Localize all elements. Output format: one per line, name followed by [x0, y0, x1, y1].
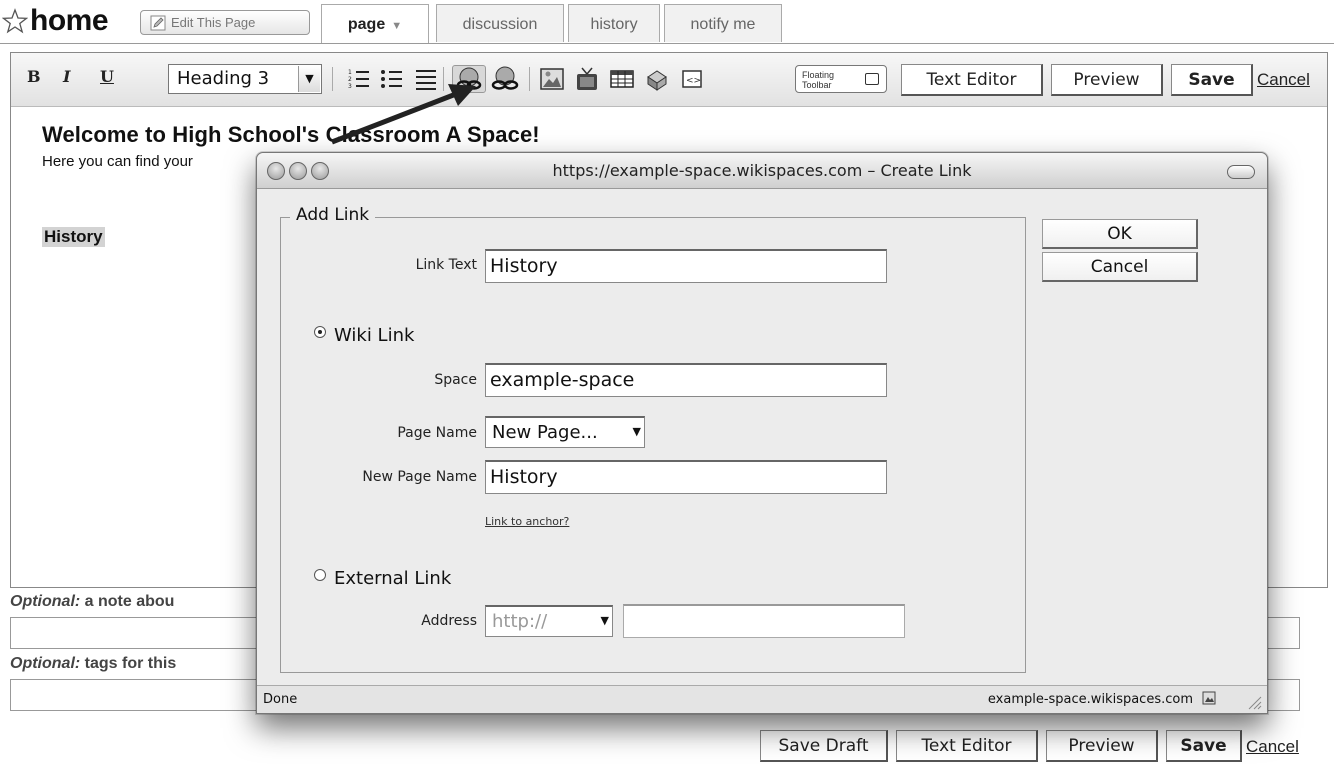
chevron-down-icon[interactable]: ▼ — [601, 614, 609, 627]
annotation-arrow — [331, 84, 476, 145]
text-editor-button[interactable]: Text Editor — [901, 64, 1043, 96]
special-character-icon[interactable]: <> — [678, 65, 706, 93]
chevron-down-icon[interactable]: ▼ — [298, 66, 320, 92]
bottom-save-button[interactable]: Save — [1166, 730, 1242, 762]
window-icon — [865, 73, 879, 85]
underline-button[interactable]: U — [100, 67, 114, 86]
note-label: Optional: a note abou — [10, 593, 174, 611]
ok-button[interactable]: OK — [1042, 219, 1198, 249]
chevron-down-icon[interactable]: ▼ — [391, 20, 402, 32]
external-link-label: External Link — [334, 568, 452, 589]
space-input[interactable]: example-space — [485, 363, 887, 397]
page-title: home — [30, 4, 109, 37]
pencil-icon — [150, 15, 166, 31]
status-text: Done — [263, 692, 298, 707]
italic-button[interactable]: I — [63, 67, 70, 86]
resize-grip-icon[interactable] — [1243, 691, 1263, 711]
bottom-preview-button[interactable]: Preview — [1046, 730, 1158, 762]
bottom-cancel-link[interactable]: Cancel — [1246, 737, 1299, 757]
wiki-link-label: Wiki Link — [334, 325, 415, 346]
tags-label-text: tags for this — [80, 655, 177, 672]
link-to-anchor-link[interactable]: Link to anchor? — [485, 515, 569, 528]
save-button[interactable]: Save — [1171, 64, 1253, 96]
protocol-select[interactable]: http:// ▼ — [485, 605, 613, 637]
dialog-cancel-button[interactable]: Cancel — [1042, 252, 1198, 282]
tab-notify-me[interactable]: notify me — [664, 4, 782, 42]
page-name-select[interactable]: New Page... ▼ — [485, 416, 645, 448]
toolbar-toggle-icon[interactable] — [1227, 165, 1255, 179]
status-domain: example-space.wikispaces.com — [987, 692, 1193, 707]
tags-label: Optional: tags for this — [10, 655, 176, 673]
dialog-title: https://example-space.wikispaces.com – C… — [552, 161, 972, 180]
tags-label-em: Optional: — [10, 655, 81, 672]
address-input[interactable] — [623, 604, 905, 638]
external-link-radio[interactable]: External Link — [314, 568, 451, 589]
radio-checked-icon[interactable] — [314, 326, 326, 338]
new-page-name-input[interactable]: History — [485, 460, 887, 494]
page-header: home Edit This Page page ▼ discussion his… — [0, 0, 1334, 44]
header-divider — [0, 43, 1334, 44]
floating-toolbar-button[interactable]: Floating Toolbar — [795, 65, 887, 93]
video-icon[interactable] — [573, 65, 601, 93]
space-label: Space — [434, 372, 477, 388]
content-intro: Here you can find your — [42, 153, 193, 170]
bold-button[interactable]: B — [27, 67, 41, 86]
toolbar-separator — [529, 67, 530, 91]
protocol-value: http:// — [492, 611, 548, 632]
table-icon[interactable] — [608, 65, 636, 93]
tab-discussion[interactable]: discussion — [436, 4, 564, 42]
chevron-down-icon[interactable]: ▼ — [633, 425, 641, 438]
edit-page-label: Edit This Page — [171, 15, 256, 30]
tab-page-label: page — [347, 16, 386, 33]
unlink-icon[interactable] — [489, 65, 521, 93]
tab-history-label: history — [590, 16, 638, 33]
tab-notify-me-label: notify me — [690, 16, 756, 33]
link-text-input[interactable]: History — [485, 249, 887, 283]
cancel-link[interactable]: Cancel — [1257, 70, 1310, 90]
page-name-value: New Page... — [492, 422, 598, 443]
page-name-label: Page Name — [397, 425, 477, 441]
image-icon[interactable] — [538, 65, 566, 93]
tab-history[interactable]: history — [568, 4, 660, 42]
save-draft-button[interactable]: Save Draft — [760, 730, 888, 762]
tab-discussion-label: discussion — [462, 16, 538, 33]
editor-toolbar: B I U Heading 3 ▼ 123 <> Floating Toolba… — [11, 53, 1327, 107]
dialog-titlebar[interactable]: https://example-space.wikispaces.com – C… — [257, 153, 1267, 189]
wiki-link-radio[interactable]: Wiki Link — [314, 325, 414, 346]
new-page-name-label: New Page Name — [362, 469, 477, 485]
note-label-text: a note abou — [80, 593, 175, 610]
bottom-text-editor-button[interactable]: Text Editor — [896, 730, 1038, 762]
dialog-status-bar: Done example-space.wikispaces.com — [257, 685, 1267, 713]
note-label-em: Optional: — [10, 593, 81, 610]
create-link-dialog: https://example-space.wikispaces.com – C… — [256, 152, 1268, 714]
link-text-label: Link Text — [415, 257, 477, 273]
star-icon[interactable] — [2, 8, 28, 34]
lock-icon[interactable] — [1201, 690, 1217, 706]
tab-page[interactable]: page ▼ — [321, 4, 429, 44]
heading-select[interactable]: Heading 3 ▼ — [168, 64, 322, 94]
address-label: Address — [421, 613, 477, 629]
add-link-legend: Add Link — [290, 205, 376, 225]
radio-unchecked-icon[interactable] — [314, 569, 326, 581]
preview-button[interactable]: Preview — [1051, 64, 1163, 96]
edit-page-button[interactable]: Edit This Page — [140, 10, 310, 35]
selected-text[interactable]: History — [42, 227, 105, 247]
svg-text:<>: <> — [686, 76, 701, 86]
widget-icon[interactable] — [643, 65, 671, 93]
heading-select-value: Heading 3 — [177, 68, 270, 89]
svg-text:1: 1 — [348, 69, 352, 76]
